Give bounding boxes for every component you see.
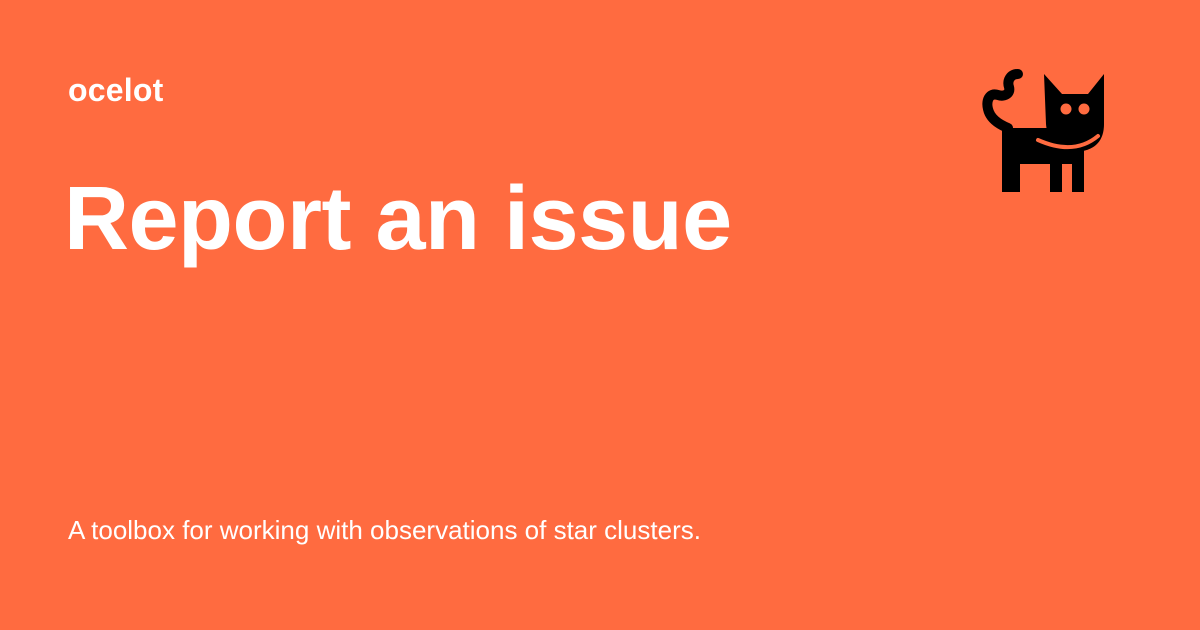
social-card: ocelot Report an issue A toolbox for wor… — [0, 0, 1200, 630]
cat-icon — [980, 68, 1108, 196]
site-name: ocelot — [68, 72, 164, 108]
page-description: A toolbox for working with observations … — [68, 515, 701, 545]
page-title: Report an issue — [64, 169, 732, 269]
